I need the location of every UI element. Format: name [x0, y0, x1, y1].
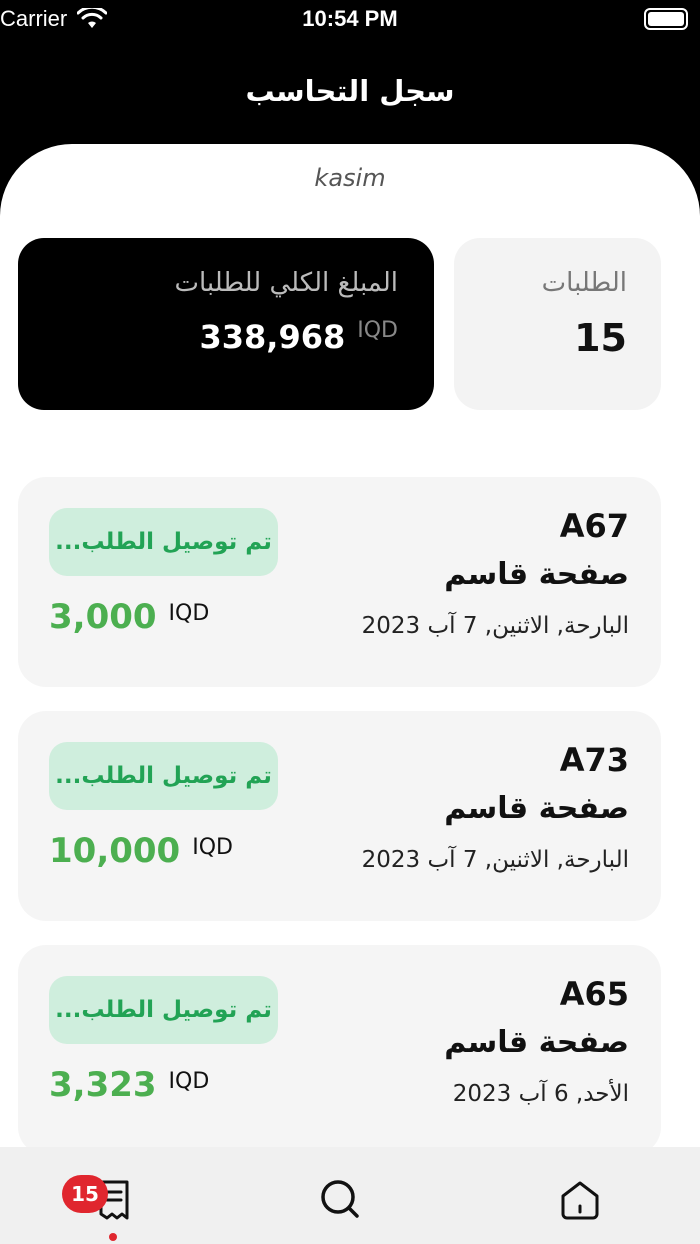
- orders-count-card: الطلبات 15: [454, 238, 661, 410]
- order-price-row: 3,000 IQD: [49, 597, 209, 637]
- order-currency: IQD: [168, 1069, 210, 1094]
- order-status-badge: تم توصيل الطلب...: [49, 976, 278, 1044]
- order-date: البارحة, الاثنين, 7 آب 2023: [361, 613, 629, 639]
- order-currency: IQD: [192, 835, 233, 860]
- active-tab-indicator: [109, 1233, 117, 1241]
- home-icon: [561, 1181, 599, 1220]
- total-amount-row: IQD 338,968: [18, 318, 399, 356]
- order-card[interactable]: A65 صفحة قاسم الأحد, 6 آب 2023 تم توصيل …: [18, 945, 661, 1155]
- order-status-badge: تم توصيل الطلب...: [49, 742, 278, 810]
- order-code: A73: [559, 741, 629, 779]
- order-code: A67: [559, 507, 629, 545]
- total-amount-value: 338,968: [199, 318, 346, 356]
- order-card[interactable]: A73 صفحة قاسم البارحة, الاثنين, 7 آب 202…: [18, 711, 661, 921]
- total-amount-label: المبلغ الكلي للطلبات: [174, 268, 399, 298]
- order-price: 3,000: [49, 597, 157, 637]
- order-currency: IQD: [168, 601, 210, 626]
- status-bar: Carrier 10:54 PM: [0, 0, 700, 40]
- order-code: A65: [559, 975, 629, 1013]
- order-shop-name: صفحة قاسم: [444, 1025, 629, 1060]
- order-price: 3,323: [49, 1065, 157, 1105]
- tab-bar: 15: [0, 1147, 700, 1244]
- order-price-row: 3,323 IQD: [49, 1065, 209, 1105]
- order-status-badge: تم توصيل الطلب...: [49, 508, 278, 576]
- order-shop-name: صفحة قاسم: [444, 791, 629, 826]
- order-price: 10,000: [49, 831, 181, 871]
- battery-icon: [644, 8, 688, 30]
- orders-count-value: 15: [574, 316, 627, 360]
- orders-badge: 15: [62, 1175, 108, 1213]
- total-currency: IQD: [357, 318, 398, 343]
- search-icon: [321, 1180, 359, 1218]
- app-screen: Carrier 10:54 PM سجل التحاسب kasim الطلب…: [0, 0, 700, 1244]
- order-date: الأحد, 6 آب 2023: [452, 1081, 629, 1107]
- orders-count-label: الطلبات: [541, 268, 627, 298]
- total-amount-card: المبلغ الكلي للطلبات IQD 338,968: [18, 238, 434, 410]
- order-card[interactable]: A67 صفحة قاسم البارحة, الاثنين, 7 آب 202…: [18, 477, 661, 687]
- order-date: البارحة, الاثنين, 7 آب 2023: [361, 847, 629, 873]
- page-title: سجل التحاسب: [245, 74, 455, 108]
- tab-search[interactable]: [310, 1169, 370, 1229]
- status-time: 10:54 PM: [302, 6, 398, 31]
- tab-home[interactable]: [550, 1169, 610, 1229]
- content-sheet: kasim الطلبات 15 المبلغ الكلي للطلبات IQ…: [0, 144, 700, 1244]
- username-label: kasim: [314, 164, 386, 192]
- order-price-row: 10,000 IQD: [49, 831, 233, 871]
- order-shop-name: صفحة قاسم: [444, 557, 629, 592]
